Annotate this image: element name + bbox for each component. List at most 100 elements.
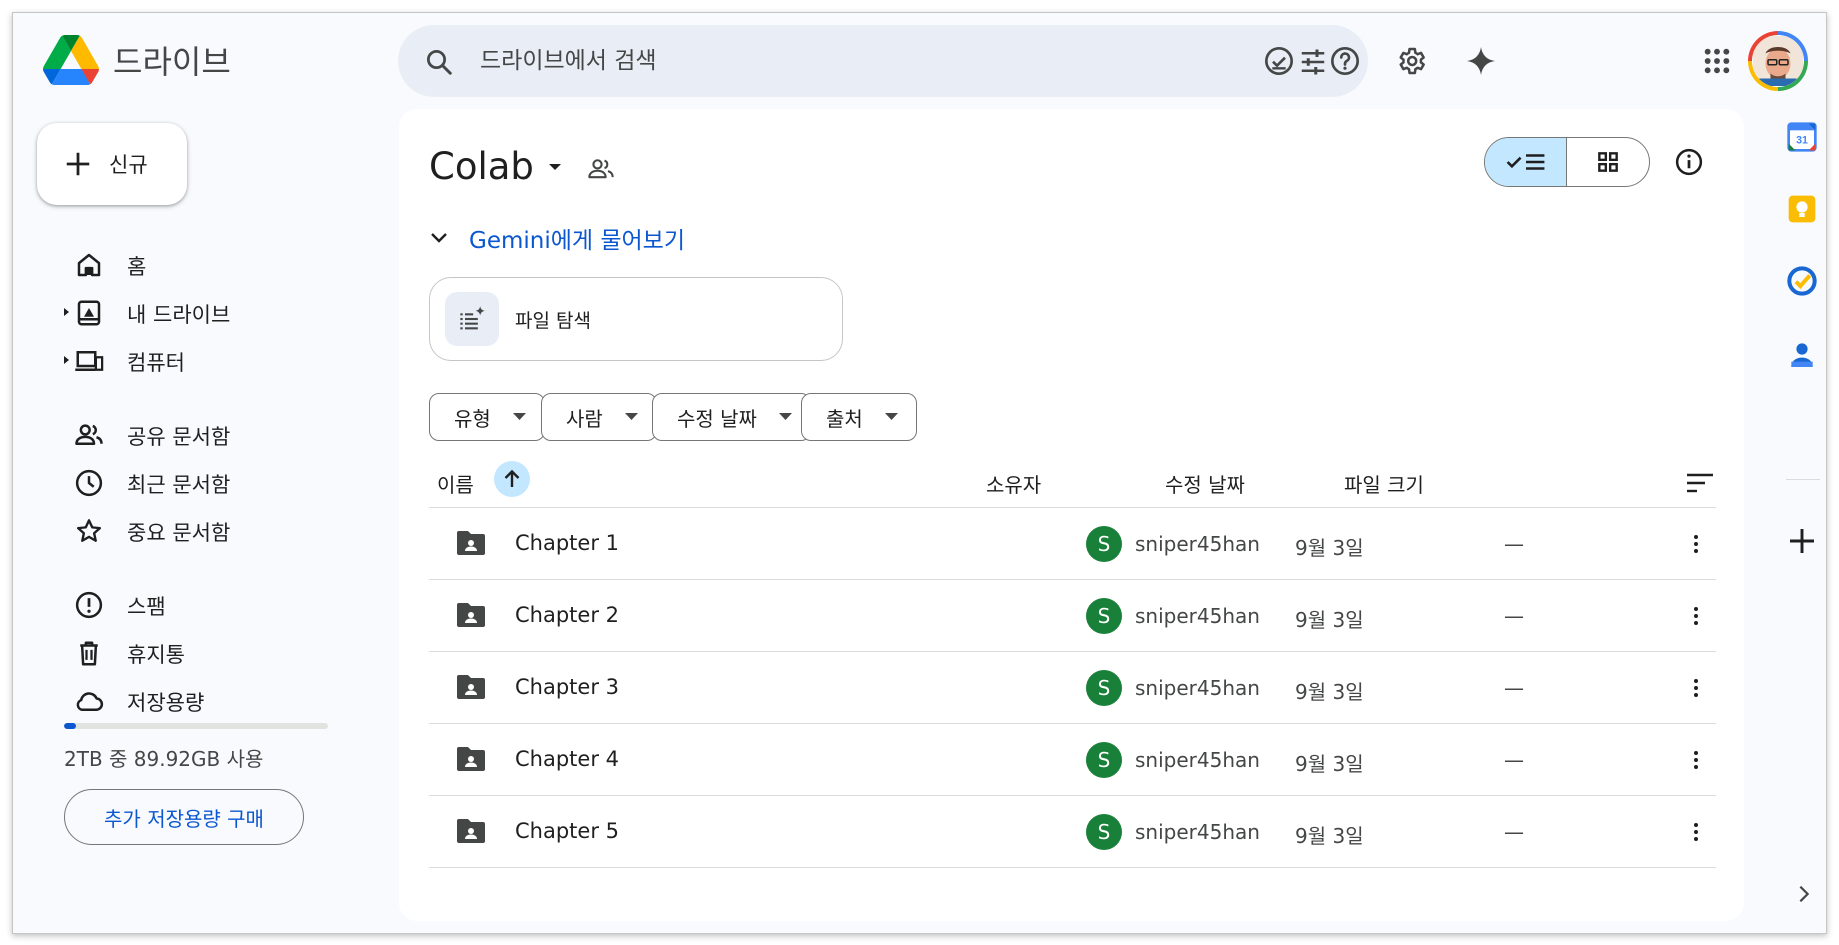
owner-name: sniper45han	[1135, 604, 1260, 628]
trash-icon	[80, 641, 98, 666]
drive-logo[interactable]: 드라이브	[43, 35, 231, 85]
nav-item-spam[interactable]: 스팸	[33, 583, 323, 625]
sparkle-list-icon	[460, 306, 485, 330]
add-app-icon[interactable]	[1786, 525, 1818, 557]
search-options-icon[interactable]	[1298, 47, 1328, 77]
more-actions-button[interactable]	[1679, 599, 1713, 633]
nav-label: 스팸	[127, 595, 166, 619]
dropdown-arrow-icon	[884, 413, 898, 420]
modified-date: 9월 3일	[1295, 680, 1364, 704]
google-apps-button[interactable]	[1697, 41, 1737, 81]
sort-direction-button[interactable]	[494, 461, 530, 497]
contacts-icon[interactable]	[1786, 339, 1818, 371]
owner-avatar: S	[1086, 526, 1122, 562]
keep-icon[interactable]	[1786, 193, 1818, 225]
nav-item-home[interactable]: 홈	[33, 243, 323, 285]
gemini-button[interactable]	[1461, 41, 1501, 81]
file-name: Chapter 5	[515, 819, 619, 843]
column-header-owner[interactable]: 소유자	[986, 469, 1041, 498]
settings-icon	[1399, 47, 1425, 75]
calendar-icon[interactable]: 31	[1786, 121, 1818, 153]
modified-date: 9월 3일	[1295, 752, 1364, 776]
gemini-ask-label: Gemini에게 물어보기	[469, 228, 686, 254]
new-button[interactable]: 신규	[37, 123, 187, 205]
info-icon[interactable]	[1674, 147, 1704, 177]
file-row[interactable]: Chapter 1 Ssniper45han 9월 3일 —	[429, 507, 1716, 579]
search-icon[interactable]	[424, 47, 454, 77]
my-drive-icon	[77, 300, 101, 326]
file-row[interactable]: Chapter 2 Ssniper45han 9월 3일 —	[429, 579, 1716, 651]
expand-caret-icon[interactable]	[61, 305, 71, 319]
search-bar[interactable]	[398, 25, 1368, 97]
spam-icon	[75, 591, 103, 619]
home-icon	[77, 253, 101, 277]
filter-type[interactable]: 유형	[429, 393, 545, 441]
nav-item-starred[interactable]: 중요 문서함	[33, 509, 323, 551]
nav-label: 홈	[127, 255, 147, 279]
avatar-image	[1752, 35, 1804, 87]
file-name: Chapter 4	[515, 747, 619, 771]
app-name: 드라이브	[113, 43, 231, 81]
account-avatar[interactable]	[1748, 31, 1808, 91]
tasks-icon[interactable]	[1786, 265, 1818, 297]
star-icon	[76, 519, 102, 542]
shared-folder-icon	[457, 531, 485, 555]
more-vert-icon	[1694, 679, 1698, 697]
owner-name: sniper45han	[1135, 748, 1260, 772]
folder-title-menu[interactable]: Colab	[429, 145, 562, 188]
list-view-button[interactable]	[1485, 138, 1567, 186]
filter-source[interactable]: 출처	[801, 393, 917, 441]
search-input[interactable]	[480, 39, 1260, 83]
file-row[interactable]: Chapter 5 Ssniper45han 9월 3일 —	[429, 795, 1716, 867]
storage-usage-bar	[64, 723, 328, 729]
grid-icon	[1598, 152, 1618, 172]
offline-check-icon	[1265, 47, 1293, 75]
grid-view-button[interactable]	[1567, 138, 1649, 186]
buy-storage-button[interactable]: 추가 저장용량 구매	[64, 789, 304, 845]
filter-label: 사람	[566, 406, 603, 431]
nav-label: 중요 문서함	[127, 521, 231, 545]
column-header-modified[interactable]: 수정 날짜	[1165, 469, 1245, 498]
nav-item-computers[interactable]: 컴퓨터	[33, 339, 323, 381]
nav-item-shared[interactable]: 공유 문서함	[33, 413, 323, 455]
calendar-day: 31	[1796, 135, 1808, 147]
more-actions-button[interactable]	[1679, 527, 1713, 561]
column-header-size[interactable]: 파일 크기	[1344, 469, 1424, 498]
explore-icon-box	[445, 292, 499, 346]
settings-button[interactable]	[1391, 41, 1431, 81]
file-name: Chapter 1	[515, 531, 619, 555]
chevron-right-icon[interactable]	[1793, 883, 1815, 905]
nav-item-my-drive[interactable]: 내 드라이브	[33, 291, 323, 333]
more-actions-button[interactable]	[1679, 671, 1713, 705]
file-name: Chapter 3	[515, 675, 619, 699]
more-actions-button[interactable]	[1679, 815, 1713, 849]
owner-name: sniper45han	[1135, 820, 1260, 844]
row-divider	[429, 867, 1716, 868]
storage-usage-text: 2TB 중 89.92GB 사용	[64, 747, 264, 771]
column-header-name[interactable]: 이름	[437, 469, 474, 498]
more-vert-icon	[1694, 535, 1698, 553]
expand-caret-icon[interactable]	[61, 353, 71, 367]
owner-avatar: S	[1086, 814, 1122, 850]
help-button[interactable]	[1325, 41, 1365, 81]
shared-folder-people-icon[interactable]	[587, 155, 615, 183]
nav-item-recent[interactable]: 최근 문서함	[33, 461, 323, 503]
nav-item-trash[interactable]: 휴지통	[33, 631, 323, 673]
owner-name: sniper45han	[1135, 532, 1260, 556]
file-row[interactable]: Chapter 3 Ssniper45han 9월 3일 —	[429, 651, 1716, 723]
more-actions-button[interactable]	[1679, 743, 1713, 777]
computers-icon	[75, 351, 104, 371]
profile-face-icon	[1753, 36, 1803, 86]
filter-people[interactable]: 사람	[541, 393, 657, 441]
explore-files-card[interactable]: 파일 탐색	[429, 277, 843, 361]
nav-item-storage[interactable]: 저장용량	[33, 679, 323, 721]
offline-check-button[interactable]	[1259, 41, 1299, 81]
shared-folder-icon	[457, 603, 485, 627]
filter-modified[interactable]: 수정 날짜	[652, 393, 811, 441]
owner-avatar: S	[1086, 742, 1122, 778]
file-row[interactable]: Chapter 4 Ssniper45han 9월 3일 —	[429, 723, 1716, 795]
sort-options-icon[interactable]	[1685, 471, 1715, 495]
modified-date: 9월 3일	[1295, 536, 1364, 560]
gemini-sparkle-icon	[1467, 47, 1495, 75]
gemini-ask-toggle[interactable]: Gemini에게 물어보기	[429, 221, 685, 255]
